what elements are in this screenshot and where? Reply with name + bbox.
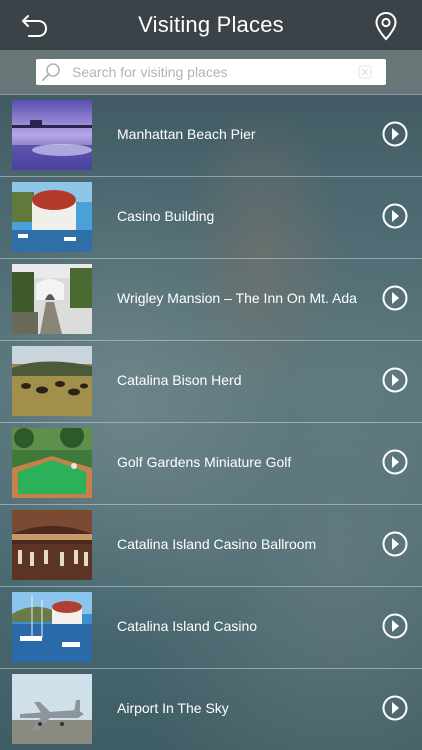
place-thumbnail xyxy=(12,100,92,170)
chevron-right-icon[interactable] xyxy=(382,531,408,557)
place-name: Casino Building xyxy=(117,208,215,224)
list-item[interactable]: Golf Gardens Miniature Golf xyxy=(0,422,422,504)
place-thumbnail xyxy=(12,510,92,580)
place-name: Golf Gardens Miniature Golf xyxy=(117,454,292,470)
chevron-right-icon[interactable] xyxy=(382,285,408,311)
chevron-right-icon[interactable] xyxy=(382,613,408,639)
search-input[interactable] xyxy=(72,64,342,80)
list-item[interactable]: Catalina Island Casino Ballroom xyxy=(0,504,422,586)
place-thumbnail xyxy=(12,182,92,252)
chevron-right-icon[interactable] xyxy=(382,121,408,147)
page-title: Visiting Places xyxy=(138,12,284,37)
place-name: Manhattan Beach Pier xyxy=(117,126,256,142)
places-list: Manhattan Beach Pier Casino Building Wri… xyxy=(0,94,422,750)
place-thumbnail xyxy=(12,428,92,498)
place-thumbnail xyxy=(12,346,92,416)
chevron-right-icon[interactable] xyxy=(382,203,408,229)
location-pin-icon[interactable] xyxy=(374,11,398,41)
list-item[interactable]: Catalina Bison Herd xyxy=(0,340,422,422)
place-name: Catalina Island Casino xyxy=(117,618,258,634)
list-item[interactable]: Casino Building xyxy=(0,176,422,258)
place-name: Catalina Bison Herd xyxy=(117,372,242,388)
chevron-right-icon[interactable] xyxy=(382,367,408,393)
place-thumbnail xyxy=(12,674,92,744)
place-name: Catalina Island Casino Ballroom xyxy=(117,536,317,552)
chevron-right-icon[interactable] xyxy=(382,449,408,475)
list-item[interactable]: Manhattan Beach Pier xyxy=(0,94,422,176)
nav-header: Visiting Places xyxy=(0,0,422,50)
list-item[interactable]: Airport In The Sky xyxy=(0,668,422,750)
place-name: Wrigley Mansion – The Inn On Mt. Ada xyxy=(117,290,357,306)
clear-icon[interactable] xyxy=(358,65,372,79)
chevron-right-icon[interactable] xyxy=(382,695,408,721)
back-arrow-icon[interactable] xyxy=(20,12,50,38)
place-name: Airport In The Sky xyxy=(117,700,229,716)
search-box[interactable] xyxy=(36,59,386,85)
place-thumbnail xyxy=(12,592,92,662)
search-bar xyxy=(0,50,422,94)
search-icon xyxy=(42,63,60,81)
place-thumbnail xyxy=(12,264,92,334)
list-item[interactable]: Catalina Island Casino xyxy=(0,586,422,668)
list-item[interactable]: Wrigley Mansion – The Inn On Mt. Ada xyxy=(0,258,422,340)
